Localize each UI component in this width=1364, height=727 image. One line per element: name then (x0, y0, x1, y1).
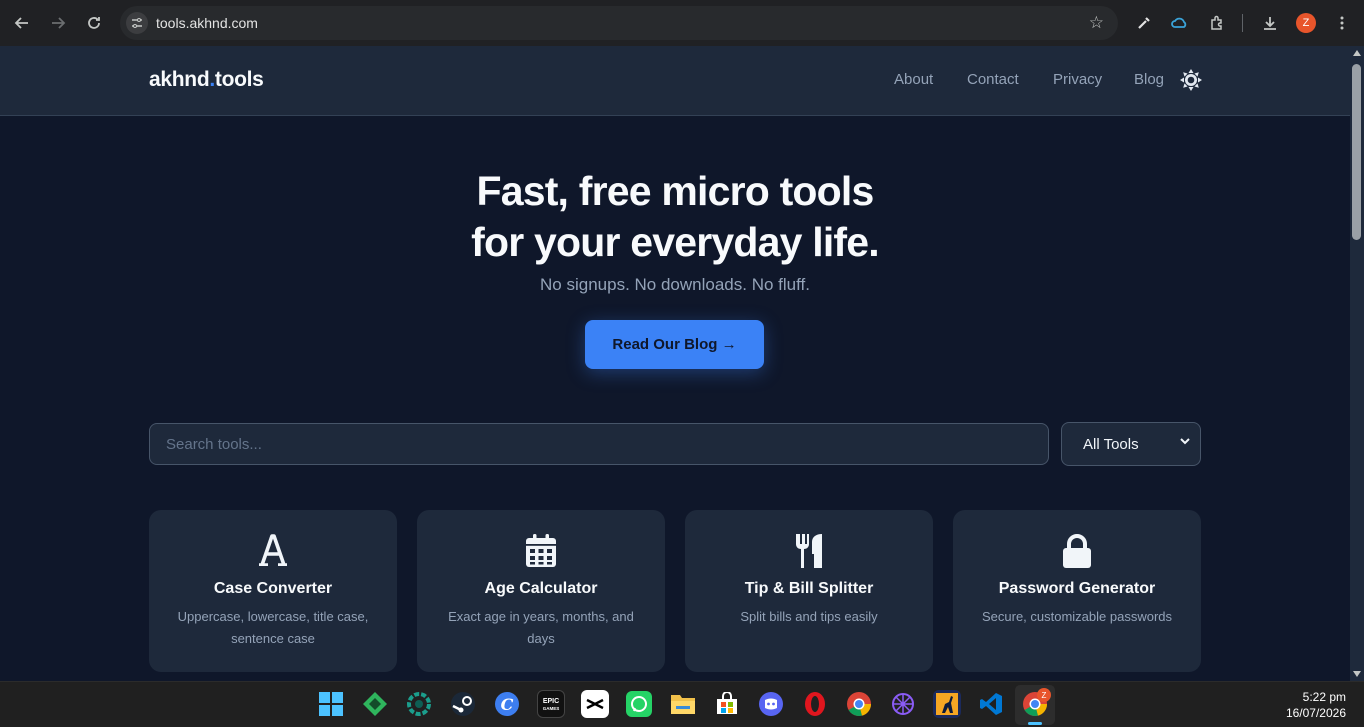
nav-contact[interactable]: Contact (967, 71, 1019, 88)
file-explorer-icon[interactable] (669, 690, 697, 718)
system-clock[interactable]: 5:22 pm 16/07/2026 (1286, 689, 1346, 721)
whatsapp-icon[interactable] (625, 690, 653, 718)
read-blog-button[interactable]: Read Our Blog → (585, 320, 764, 369)
toolbar-divider (1242, 14, 1243, 32)
address-bar[interactable]: tools.akhnd.com ☆ (120, 6, 1118, 40)
app-teal-ring-icon[interactable] (405, 690, 433, 718)
chevron-down-icon (1180, 438, 1190, 445)
tool-title: Age Calculator (484, 580, 598, 597)
svg-text:GAMES: GAMES (543, 706, 560, 711)
back-icon[interactable] (8, 9, 36, 37)
capcut-icon[interactable] (581, 690, 609, 718)
clock-date: 16/07/2026 (1285, 706, 1346, 720)
hero-subtitle: No signups. No downloads. No fluff. (540, 275, 810, 294)
active-app-indicator (1028, 722, 1042, 725)
nav-about[interactable]: About (894, 71, 933, 88)
tool-card-password-generator[interactable]: Password Generator Secure, customizable … (953, 510, 1201, 672)
opera-icon[interactable] (801, 690, 829, 718)
hero-title: Fast, free micro tools for your everyday… (471, 168, 880, 265)
font-icon (149, 534, 397, 568)
discord-icon[interactable] (757, 690, 785, 718)
downloads-icon[interactable] (1258, 11, 1282, 35)
page-scrollbar[interactable] (1350, 46, 1364, 681)
url-text[interactable]: tools.akhnd.com (156, 15, 258, 31)
counter-strike-icon[interactable] (933, 690, 961, 718)
reload-icon[interactable] (80, 9, 108, 37)
app-purple-web-icon[interactable] (889, 690, 917, 718)
tool-title: Case Converter (213, 580, 333, 597)
tool-title: Password Generator (998, 580, 1156, 597)
chrome-icon[interactable] (845, 690, 873, 718)
nav-blog[interactable]: Blog (1134, 71, 1164, 88)
chrome-profile-badge: Z (1037, 688, 1051, 702)
steam-icon[interactable] (449, 690, 477, 718)
tool-description: Uppercase, lowercase, title case, senten… (177, 609, 369, 646)
tool-title: Tip & Bill Splitter (744, 580, 874, 597)
windows-start-icon[interactable] (317, 690, 345, 718)
scroll-up-icon[interactable] (1353, 50, 1361, 56)
tool-description: Split bills and tips easily (740, 609, 878, 624)
profile-avatar[interactable]: Z (1296, 13, 1316, 33)
tool-description: Secure, customizable passwords (981, 609, 1173, 624)
tool-card-tip-bill-splitter[interactable]: Tip & Bill Splitter Split bills and tips… (685, 510, 933, 672)
more-menu-icon[interactable] (1330, 11, 1354, 35)
extension-cloud-icon[interactable] (1168, 11, 1192, 35)
svg-text:C: C (501, 695, 514, 714)
scrollbar-thumb[interactable] (1352, 64, 1361, 240)
tool-description: Exact age in years, months, and days (448, 609, 634, 646)
scroll-down-icon[interactable] (1353, 671, 1361, 677)
search-tools-input[interactable] (149, 423, 1049, 465)
vscode-icon[interactable] (977, 690, 1005, 718)
site-info-icon[interactable] (126, 12, 148, 34)
category-filter-select[interactable]: All Tools (1061, 422, 1201, 466)
microsoft-store-icon[interactable] (713, 690, 741, 718)
site-header: akhnd.tools About Contact Privacy Blog (0, 46, 1350, 116)
site-logo[interactable]: akhnd.tools (149, 68, 264, 92)
svg-text:EPIC: EPIC (543, 698, 559, 705)
web-page: akhnd.tools About Contact Privacy Blog F… (0, 46, 1350, 681)
bookmark-star-icon[interactable]: ☆ (1089, 13, 1104, 33)
tool-card-case-converter[interactable]: Case Converter Uppercase, lowercase, tit… (149, 510, 397, 672)
windows-taskbar: C EPIC GAMES Z 5:22 pm 16/07/2026 (0, 681, 1364, 727)
utensils-icon (685, 534, 933, 568)
app-green-diamond-icon[interactable] (361, 690, 389, 718)
theme-toggle-sun-icon[interactable] (1180, 69, 1202, 91)
browser-toolbar: tools.akhnd.com ☆ Z (0, 0, 1364, 46)
forward-icon[interactable] (44, 9, 72, 37)
eyedropper-icon[interactable] (1132, 11, 1156, 35)
nav-privacy[interactable]: Privacy (1053, 71, 1102, 88)
calendar-icon (417, 534, 665, 568)
filter-selected-value: All Tools (1083, 435, 1139, 453)
clock-time: 5:22 pm (1302, 690, 1346, 704)
canva-icon[interactable]: C (493, 690, 521, 718)
tool-card-age-calculator[interactable]: Age Calculator Exact age in years, month… (417, 510, 665, 672)
lock-icon (953, 534, 1201, 568)
epic-games-icon[interactable]: EPIC GAMES (537, 690, 565, 718)
extensions-puzzle-icon[interactable] (1205, 11, 1229, 35)
